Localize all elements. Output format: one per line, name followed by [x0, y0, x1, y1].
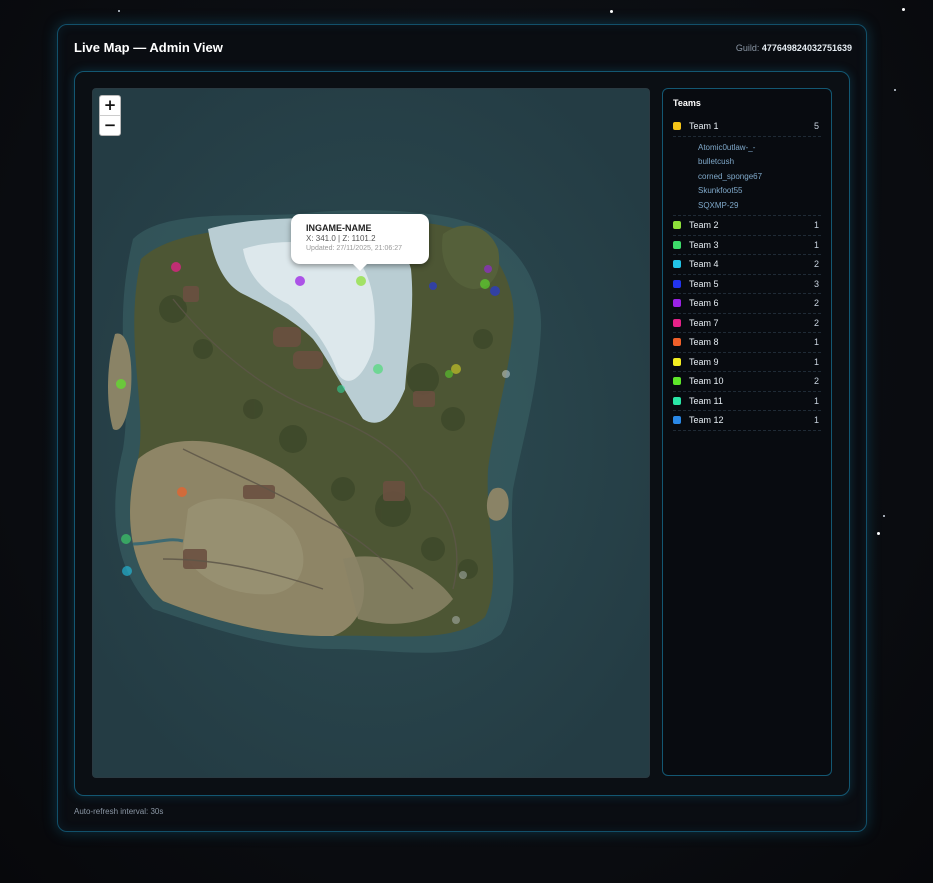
player-marker: [356, 276, 366, 286]
player-marker: [459, 571, 467, 579]
team-name: Team 2: [689, 220, 719, 231]
team-member-count: 1: [813, 239, 819, 250]
team-name: Team 9: [689, 356, 719, 367]
teams-panel: Teams Team 1 5 Atomic0utlaw-_- bulletcush co…: [662, 88, 832, 776]
star-decoration: [902, 8, 905, 11]
player-marker: [445, 370, 453, 378]
player-marker: [122, 566, 132, 576]
popup-player-name: INGAME-NAME: [306, 223, 372, 233]
team-name: Team 3: [689, 239, 719, 250]
admin-live-map-card: Live Map — Admin View Guild: 47764982403…: [57, 24, 867, 832]
zoom-control: + −: [99, 95, 121, 136]
team-row[interactable]: Team 7 2: [673, 314, 821, 333]
team-row[interactable]: Team 2 1: [673, 216, 821, 236]
team-name: Team 1: [689, 121, 719, 132]
map-container: + − INGAME-NAME X: 341.0 | Z: 1101.2 Upd…: [74, 71, 850, 796]
player-marker: [429, 282, 437, 290]
auto-refresh-text: Auto-refresh interval: 30s: [74, 807, 164, 816]
team-color-swatch: [673, 377, 681, 386]
team-member-count: 2: [813, 376, 819, 387]
star-decoration: [118, 10, 120, 12]
team-name: Team 4: [689, 259, 719, 270]
team-member-name[interactable]: SQXMP-29: [698, 199, 821, 214]
player-marker: [171, 262, 181, 272]
team-member-name[interactable]: corned_sponge67: [698, 170, 821, 185]
team-color-swatch: [673, 279, 681, 288]
popup-coordinates: X: 341.0 | Z: 1101.2: [306, 234, 376, 243]
star-decoration: [883, 515, 885, 517]
team-row[interactable]: Team 9 1: [673, 353, 821, 372]
team-color-swatch: [673, 299, 681, 308]
team-row[interactable]: Team 6 2: [673, 294, 821, 314]
team-color-swatch: [673, 318, 681, 327]
player-popup: INGAME-NAME X: 341.0 | Z: 1101.2 Updated…: [291, 214, 429, 271]
team-color-swatch: [673, 260, 681, 269]
team-member-count: 3: [813, 278, 819, 289]
zoom-out-button[interactable]: −: [100, 115, 120, 135]
team-member-count: 5: [813, 121, 819, 132]
team-row[interactable]: Team 5 3: [673, 275, 821, 294]
player-marker: [337, 385, 345, 393]
team-name: Team 5: [689, 278, 719, 289]
team-row[interactable]: Team 3 1: [673, 236, 821, 255]
guild-label: Guild:: [735, 43, 760, 53]
team-color-swatch: [673, 221, 681, 230]
team-members-list: Atomic0utlaw-_- bulletcush corned_sponge67…: [673, 137, 821, 216]
team-name: Team 8: [689, 337, 719, 348]
team-color-swatch: [673, 396, 681, 405]
team-member-count: 1: [813, 395, 819, 406]
guild-id: 477649824032751639: [761, 43, 852, 53]
team-member-count: 1: [813, 356, 819, 367]
team-member-count: 1: [813, 220, 819, 231]
star-decoration: [610, 10, 613, 13]
team-color-swatch: [673, 416, 681, 425]
team-color-swatch: [673, 338, 681, 347]
team-row[interactable]: Team 11 1: [673, 392, 821, 411]
zoom-in-button[interactable]: +: [100, 96, 120, 115]
team-member-count: 1: [813, 415, 819, 426]
team-member-name[interactable]: Atomic0utlaw-_-: [698, 141, 821, 156]
team-member-count: 2: [813, 298, 819, 309]
player-marker: [116, 379, 126, 389]
player-marker: [452, 616, 460, 624]
player-marker: [480, 279, 490, 289]
team-color-swatch: [673, 357, 681, 366]
team-row[interactable]: Team 12 1: [673, 411, 821, 431]
island-map-image: [93, 89, 649, 777]
guild-info: Guild: 477649824032751639: [736, 43, 852, 53]
player-marker: [502, 370, 510, 378]
player-marker: [373, 364, 383, 374]
team-member-count: 1: [813, 337, 819, 348]
team-row[interactable]: Team 8 1: [673, 333, 821, 353]
team-member-name[interactable]: bulletcush: [698, 155, 821, 170]
team-color-swatch: [673, 240, 681, 249]
team-name: Team 6: [689, 298, 719, 309]
popup-updated-time: Updated: 27/11/2025, 21:06:27: [306, 245, 403, 252]
player-marker: [484, 265, 492, 273]
team-member-count: 2: [813, 259, 819, 270]
player-marker: [121, 534, 131, 544]
team-list: Team 1 5 Atomic0utlaw-_- bulletcush corned_s…: [673, 117, 821, 431]
team-row[interactable]: Team 10 2: [673, 372, 821, 392]
player-marker: [177, 487, 187, 497]
star-decoration: [877, 532, 880, 535]
team-name: Team 10: [689, 376, 724, 387]
team-member-name[interactable]: Skunkfoot55: [698, 184, 821, 199]
team-name: Team 12: [689, 415, 724, 426]
star-decoration: [894, 89, 896, 91]
team-name: Team 11: [689, 395, 723, 406]
teams-title: Teams: [673, 98, 701, 108]
team-member-count: 2: [813, 317, 819, 328]
page-title: Live Map — Admin View: [74, 40, 223, 55]
team-row[interactable]: Team 1 5: [673, 117, 821, 137]
player-marker: [490, 286, 500, 296]
team-row[interactable]: Team 4 2: [673, 255, 821, 275]
player-marker: [295, 276, 305, 286]
live-map[interactable]: + − INGAME-NAME X: 341.0 | Z: 1101.2 Upd…: [92, 88, 650, 778]
team-color-swatch: [673, 122, 681, 131]
team-name: Team 7: [689, 317, 719, 328]
